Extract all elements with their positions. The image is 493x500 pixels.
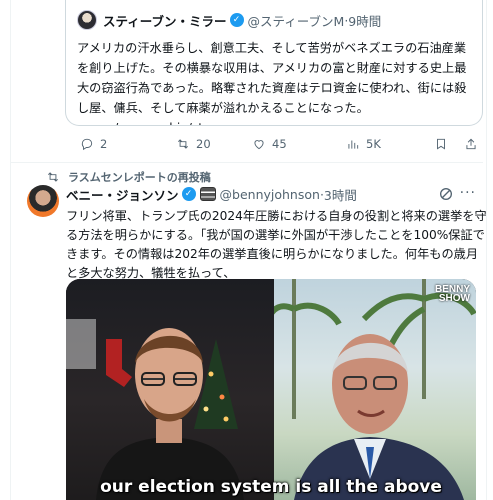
author-name[interactable]: ベニー・ジョンソン [66, 185, 179, 204]
tweet-text-line: フリン将軍、トランプ氏の2024年圧勝における自身の役割と将来の選挙を守 [66, 209, 487, 223]
quoted-link[interactable]: x.com/marcorubio/sta... [77, 118, 471, 125]
quoted-tweet-header: スティーブン・ミラー ✓ @スティーブンM · 9時間 [77, 8, 471, 32]
verified-badge-icon: ✓ [181, 187, 196, 201]
quoted-author-avatar[interactable] [77, 10, 97, 30]
tweet-time[interactable]: 3時間 [324, 185, 357, 204]
quoted-text-line: アメリカの汗水垂らし、創意工夫、そして苦労がベネズエラの石油産業 [77, 41, 467, 55]
video-right-panel: BENNY SHOW [264, 279, 476, 500]
quoted-text-line: を創り上げた。その横暴な収用は、アメリカの富と財産に対する史上最 [77, 61, 467, 75]
share-icon [466, 138, 476, 150]
grok-icon[interactable] [438, 186, 454, 202]
author-handle[interactable]: @bennyjohnson [220, 187, 320, 202]
retweet-count: 20 [196, 137, 211, 151]
tweet-action-bar: 2 20 45 5K [66, 136, 486, 152]
share-button[interactable] [464, 136, 484, 152]
views-button[interactable]: 5K [346, 136, 381, 152]
verified-badge-icon: ✓ [229, 13, 244, 27]
video-player[interactable]: BENNY SHOW our election system is all th… [66, 279, 476, 500]
like-count: 45 [272, 137, 287, 151]
tweet-divider [10, 162, 483, 163]
reply-count: 2 [100, 137, 108, 151]
reply-icon [81, 138, 93, 151]
bookmark-icon [437, 138, 445, 150]
analytics-icon [348, 140, 359, 149]
host-figure [66, 319, 244, 500]
video-caption: our election system is all the above [100, 477, 442, 497]
retweet-icon [48, 172, 58, 182]
timeline-right-border [486, 0, 487, 500]
author-avatar[interactable] [27, 185, 59, 217]
show-logo-line: SHOW [438, 293, 470, 304]
quoted-text-line: 大の窃盗行為であった。略奪された資産はテロ資金に使われ、街には殺 [77, 81, 467, 95]
heart-icon [254, 140, 264, 150]
view-count: 5K [366, 137, 381, 151]
tweet-header: ベニー・ジョンソン ✓ @bennyjohnson · 3時間 ··· [66, 185, 476, 203]
bookmark-button[interactable] [434, 136, 454, 152]
tweet-text: フリン将軍、トランプ氏の2024年圧勝における自身の役割と将来の選挙を守 る方法… [66, 207, 487, 283]
retweet-button[interactable]: 20 [176, 136, 211, 152]
quoted-tweet-text: アメリカの汗水垂らし、創意工夫、そして苦労がベネズエラの石油産業 を創り上げた。… [77, 38, 471, 125]
retweet-banner[interactable]: ラスムセンレポートの再投稿 [46, 169, 211, 185]
video-left-panel [66, 279, 274, 500]
retweet-icon [178, 139, 188, 149]
reply-button[interactable]: 2 [80, 136, 107, 152]
guest-figure [264, 279, 476, 500]
tweet-text-line: る方法を明らかにする。「我が国の選挙に外国が干渉したことを100%保証で [66, 228, 485, 242]
like-button[interactable]: 45 [252, 136, 287, 152]
show-logo: BENNY SHOW [435, 285, 470, 304]
quoted-author-name[interactable]: スティーブン・ミラー [103, 11, 227, 30]
timeline-left-border [10, 0, 11, 500]
more-options-icon[interactable]: ··· [460, 185, 476, 201]
tweet-text-line: きます。その情報は202年の選挙直後に明らかになりました。何年もの歳月 [66, 247, 479, 261]
retweet-banner-text: ラスムセンレポートの再投稿 [68, 171, 211, 184]
quoted-tweet-card[interactable]: スティーブン・ミラー ✓ @スティーブンM · 9時間 アメリカの汗水垂らし、創… [65, 0, 483, 126]
quoted-tweet-time[interactable]: 9時間 [348, 11, 381, 30]
quoted-text-line: し屋、傭兵、そして麻薬が溢れかえることになった。 [77, 101, 369, 115]
quoted-author-handle[interactable]: @スティーブンM [248, 11, 345, 30]
affiliation-badge-icon[interactable] [199, 187, 216, 201]
